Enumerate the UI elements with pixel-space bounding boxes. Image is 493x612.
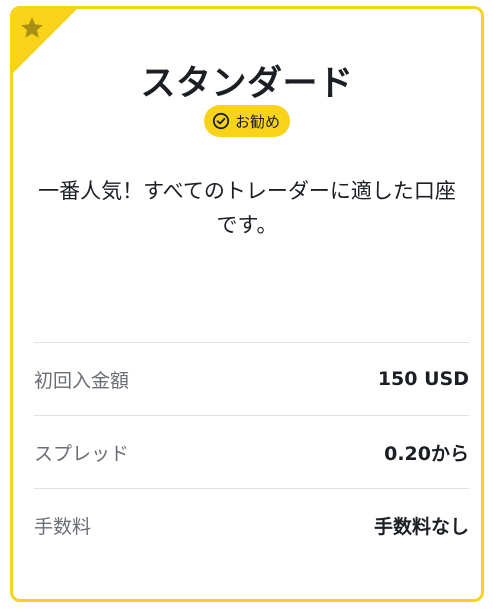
description-line: です。 (216, 213, 278, 237)
recommended-badge: お勧め (203, 105, 290, 137)
account-description: 一番人気！すべてのトレーダーに適した口座 です。 (37, 174, 457, 242)
spec-value: 手数料なし (373, 515, 469, 538)
account-title: スタンダード (140, 64, 354, 104)
check-circle-icon (212, 112, 230, 130)
spec-label: 初回入金額 (34, 369, 130, 392)
description-line: 一番人気！すべてのトレーダーに適した口座 (38, 179, 456, 203)
star-icon (21, 17, 43, 38)
spec-label: 手数料 (34, 515, 92, 538)
account-card-standard: スタンダード お勧め 一番人気！すべてのトレーダーに適した口座 です。 初回入金… (10, 6, 484, 602)
spec-row-initial-deposit: 初回入金額 150 USD (34, 342, 469, 415)
account-specs: 初回入金額 150 USD スプレッド 0.20から 手数料 手数料なし (34, 342, 469, 561)
spec-value: 150 USD (377, 368, 469, 390)
recommended-badge-label: お勧め (234, 112, 280, 131)
spec-value: 0.20から (384, 442, 469, 465)
spec-row-commission: 手数料 手数料なし (34, 488, 469, 561)
spec-label: スプレッド (34, 442, 130, 465)
spec-row-spread: スプレッド 0.20から (34, 415, 469, 488)
